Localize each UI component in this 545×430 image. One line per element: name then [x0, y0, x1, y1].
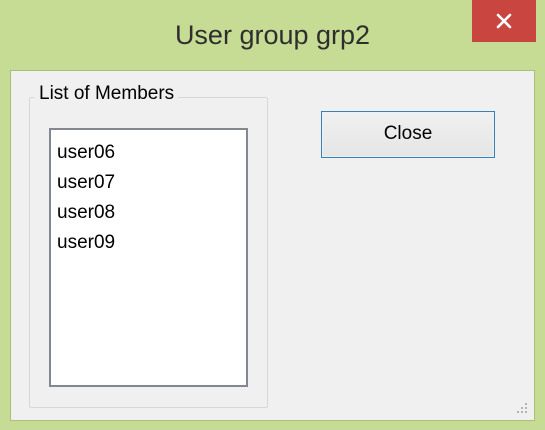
- window-close-button[interactable]: [472, 0, 536, 42]
- members-listbox[interactable]: user06 user07 user08 user09: [49, 128, 248, 387]
- resize-grip-icon[interactable]: [516, 402, 528, 414]
- close-icon: [496, 13, 512, 29]
- window-title: User group grp2: [174, 20, 371, 50]
- dialog-window: User group grp2 List of Members user06 u…: [0, 0, 545, 430]
- title-bar[interactable]: User group grp2: [0, 0, 545, 70]
- list-item[interactable]: user07: [51, 168, 246, 198]
- dialog-client-area: List of Members user06 user07 user08 use…: [10, 70, 535, 421]
- groupbox-label: List of Members: [35, 83, 179, 105]
- list-item[interactable]: user08: [51, 198, 246, 228]
- list-item[interactable]: user06: [51, 138, 246, 168]
- close-button[interactable]: Close: [321, 111, 495, 158]
- list-item[interactable]: user09: [51, 228, 246, 258]
